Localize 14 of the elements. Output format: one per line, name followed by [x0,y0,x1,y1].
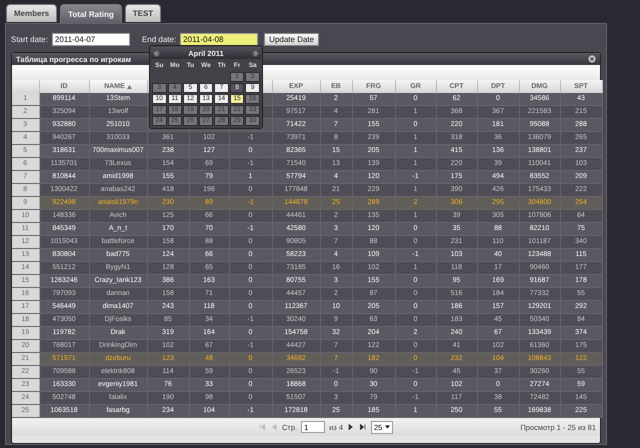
tab[interactable]: TEST [124,4,162,22]
next-page-icon[interactable] [347,423,355,431]
tab[interactable]: Total Rating [60,4,122,23]
dropdown-arrow-icon[interactable] [385,425,390,429]
last-page-icon[interactable] [359,423,367,431]
close-icon[interactable] [588,55,596,63]
date-label: Start date: [11,34,48,44]
date-field[interactable]: 2011-04-08 [180,32,258,46]
update-date-button[interactable]: Update Date [264,32,320,46]
next-month-icon[interactable] [252,50,259,56]
date-field[interactable]: 2011-04-07 [52,32,130,46]
tab[interactable]: Members [6,4,58,22]
date-label: End date: [142,34,176,44]
previous-month-icon[interactable] [153,50,160,56]
